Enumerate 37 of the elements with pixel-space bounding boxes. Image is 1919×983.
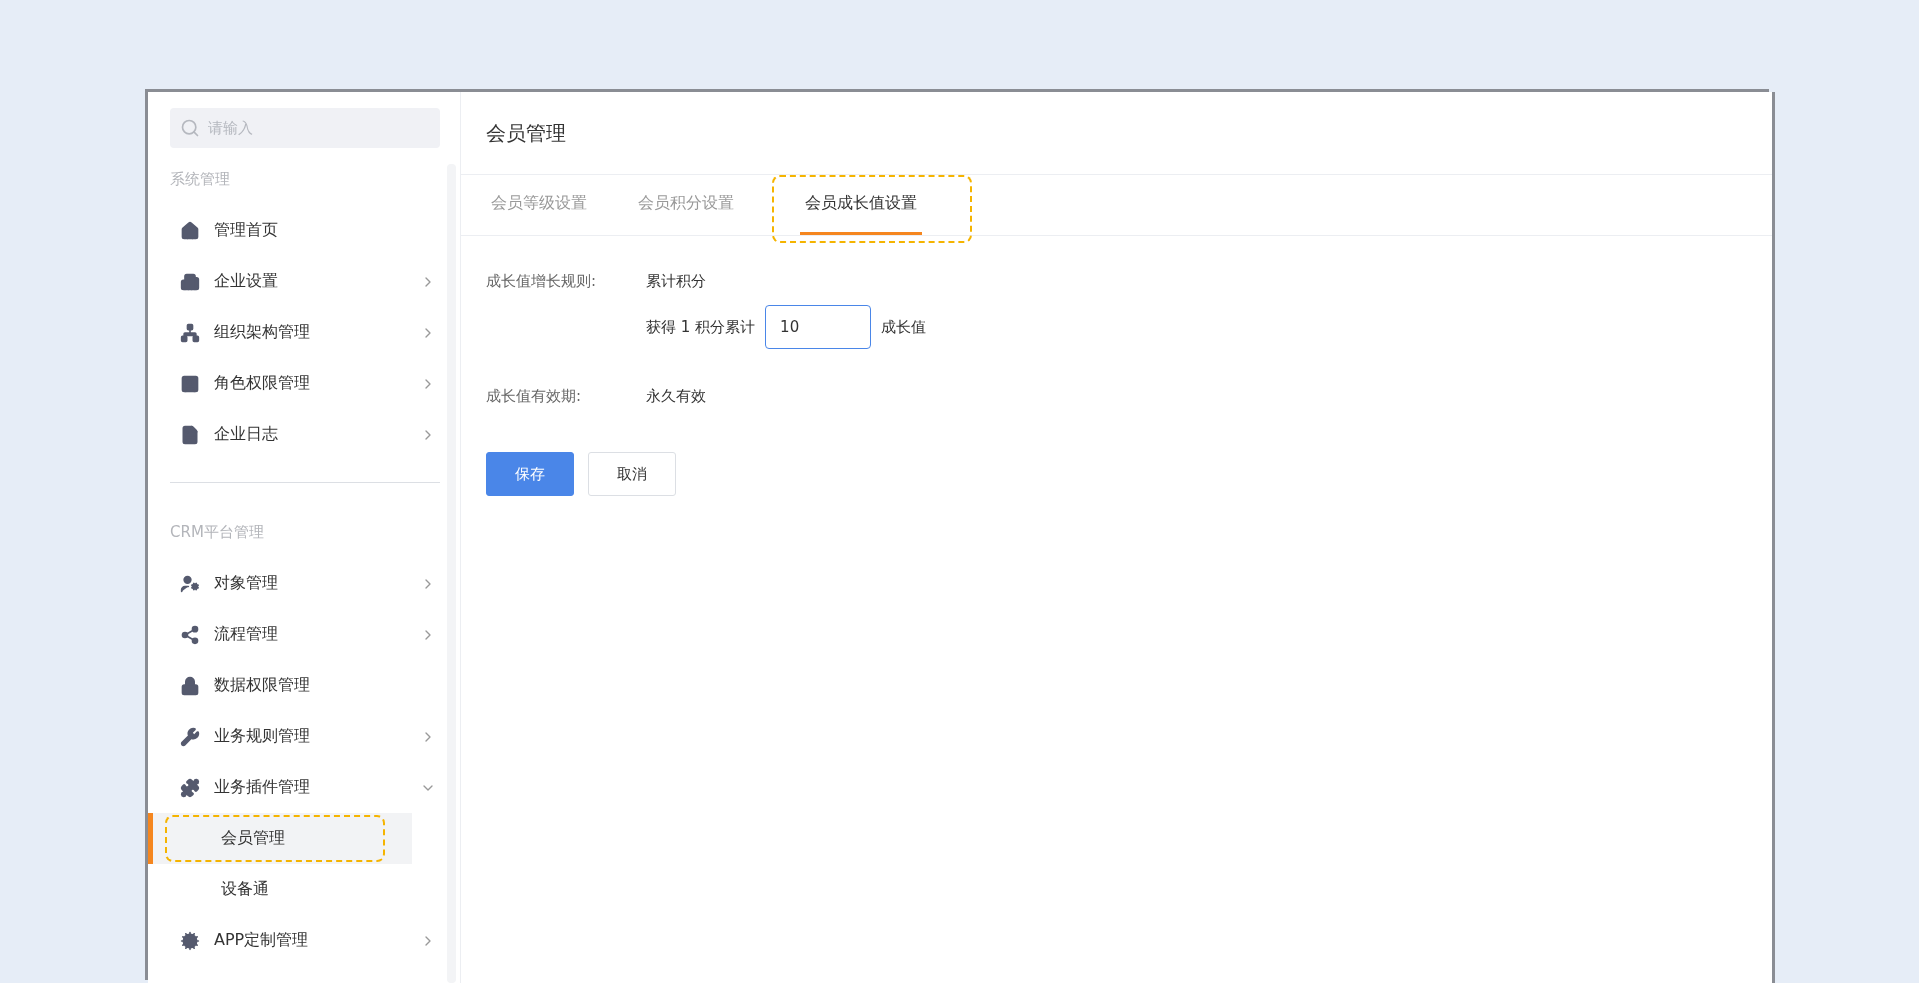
menu-item[interactable]: 管理首页	[148, 205, 460, 256]
menu-item[interactable]: 角色权限管理	[148, 358, 460, 409]
field-value: 永久有效	[646, 387, 707, 406]
number-input[interactable]: 10	[765, 305, 872, 349]
org-chart-icon	[180, 322, 200, 343]
field-label: 成长值有效期:	[486, 387, 583, 406]
search-field[interactable]: 请输入	[170, 108, 440, 148]
share-icon	[180, 624, 200, 645]
lock-icon	[180, 675, 200, 696]
gear-icon	[180, 930, 200, 951]
menu-item[interactable]: 流程管理	[148, 609, 460, 660]
submenu-item[interactable]: 设备通	[148, 864, 412, 915]
search-icon	[180, 118, 200, 138]
menu-item[interactable]: 业务插件管理	[148, 762, 460, 813]
field-value: 累计积分	[646, 272, 707, 291]
menu-item[interactable]: 组织架构管理	[148, 307, 460, 358]
menu-item[interactable]: 数据权限管理	[148, 660, 460, 711]
field-text: 成长值	[881, 317, 927, 337]
document-icon	[180, 424, 200, 445]
menu-item[interactable]: 企业日志	[148, 409, 460, 460]
field-text: 获得 1 积分累计	[646, 317, 756, 337]
menu-item[interactable]: 企业设置	[148, 256, 460, 307]
menu-item[interactable]: 业务规则管理	[148, 711, 460, 762]
section-title: CRM平台管理	[170, 523, 265, 542]
page-title: 会员管理	[461, 92, 1772, 175]
section-title: 系统管理	[170, 170, 231, 189]
save-button[interactable]: 保存	[486, 452, 574, 496]
field-label: 成长值增长规则:	[486, 272, 598, 291]
user-gear-icon	[180, 573, 200, 594]
menu-item[interactable]: 对象管理	[148, 558, 460, 609]
menu-item[interactable]: APP定制管理	[148, 915, 460, 966]
puzzle-icon	[180, 777, 200, 798]
tab[interactable]: 会员成长值设置	[800, 175, 922, 235]
cancel-button[interactable]: 取消	[588, 452, 676, 496]
submenu-item[interactable]: 会员管理	[148, 813, 412, 864]
wrench-icon	[180, 726, 200, 747]
home-icon	[180, 220, 200, 241]
